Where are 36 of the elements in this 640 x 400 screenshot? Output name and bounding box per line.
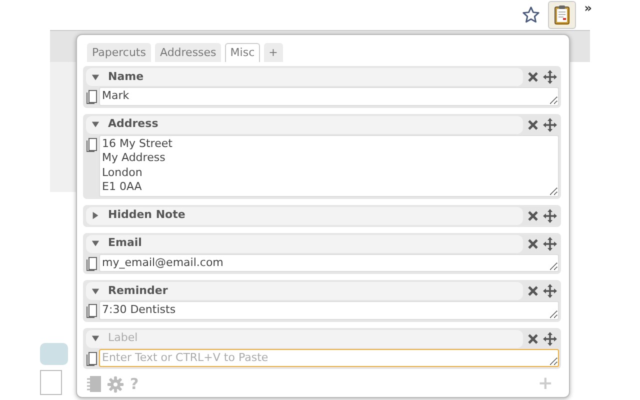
close-icon[interactable]	[527, 332, 539, 344]
copy-icon[interactable]	[86, 136, 98, 152]
title-field[interactable]: Reminder	[86, 282, 523, 300]
close-icon[interactable]	[527, 118, 539, 130]
tab[interactable]: Misc	[225, 43, 260, 62]
value-field[interactable]: Mark	[99, 87, 559, 106]
move-icon[interactable]	[543, 284, 557, 298]
background-field	[40, 370, 62, 395]
copy-icon[interactable]	[86, 256, 98, 270]
close-icon[interactable]	[527, 71, 539, 83]
move-icon[interactable]	[543, 70, 557, 84]
value-field[interactable]: Enter Text or CTRL+V to Paste	[99, 348, 559, 367]
tab[interactable]: Papercuts	[87, 43, 151, 62]
close-icon[interactable]	[527, 210, 539, 222]
clipboard-button[interactable]	[548, 1, 576, 29]
close-icon[interactable]	[527, 238, 539, 250]
tab[interactable]: Addresses	[154, 43, 222, 62]
star-icon[interactable]	[522, 6, 540, 24]
title-field[interactable]: Address	[86, 116, 523, 134]
move-icon[interactable]	[543, 118, 557, 132]
copy-icon[interactable]	[86, 89, 98, 104]
value-field[interactable]: my_email@email.com	[99, 254, 559, 272]
overflow-button[interactable]: »	[584, 0, 592, 14]
clipboard-icon	[554, 5, 570, 25]
value-field[interactable]: 7:30 Dentists	[99, 301, 559, 320]
title-field[interactable]: Hidden Note	[86, 206, 523, 224]
title-field[interactable]: Name	[86, 68, 523, 86]
copy-icon[interactable]	[86, 350, 98, 366]
value-field[interactable]: 16 My Street My Address London E1 0AA	[99, 134, 559, 196]
tab[interactable]: +	[264, 43, 283, 62]
move-icon[interactable]	[543, 236, 557, 250]
close-icon[interactable]	[527, 285, 539, 297]
move-icon[interactable]	[543, 332, 557, 346]
copy-icon[interactable]	[86, 303, 98, 318]
move-icon[interactable]	[543, 208, 557, 222]
title-field[interactable]: Email	[86, 234, 523, 252]
